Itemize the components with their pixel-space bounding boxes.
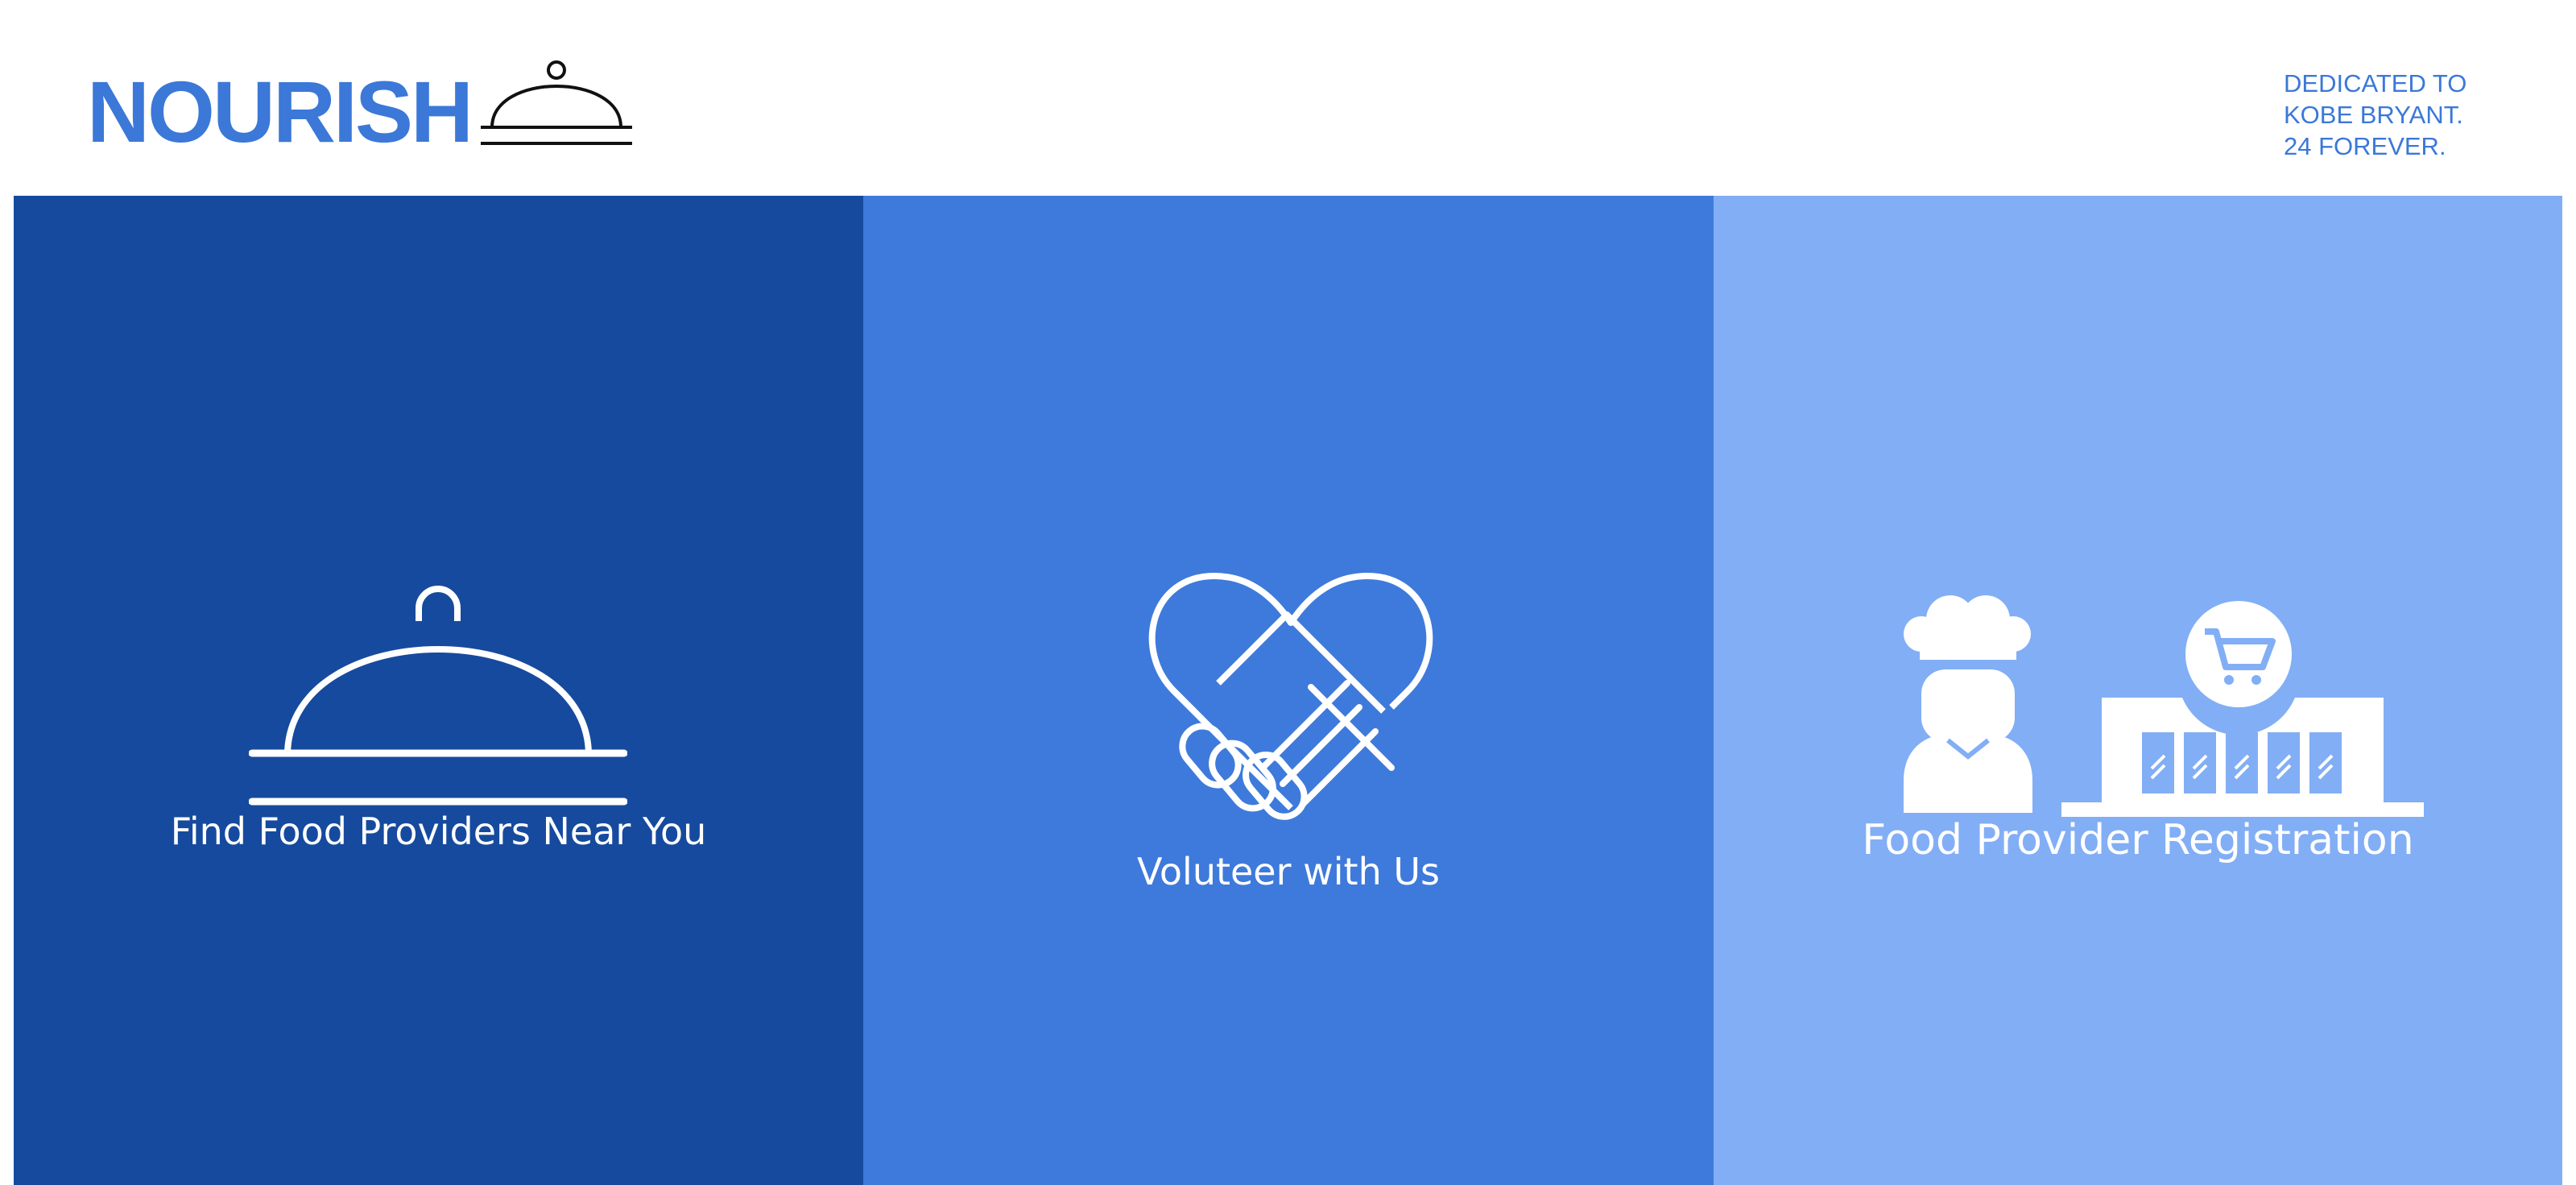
nourish-logo[interactable]: NOURISH [87, 56, 633, 160]
main-panels: Find Food Providers Near You Voluteer wi… [14, 196, 2562, 1185]
food-provider-registration-label: Food Provider Registration [1862, 816, 2414, 864]
logo-wordmark: NOURISH [87, 63, 473, 160]
volunteer-label: Voluteer with Us [1137, 850, 1440, 893]
chef-icon [1904, 595, 2032, 817]
food-provider-registration-panel[interactable]: Food Provider Registration [1714, 196, 2562, 1185]
site-header: NOURISH DEDICATED TO KOBE BRYANT. 24 FOR… [0, 0, 2576, 196]
store-cart-icon [2061, 601, 2424, 822]
cloche-icon [481, 56, 633, 157]
cloche-icon [248, 574, 628, 812]
find-food-providers-label: Find Food Providers Near You [170, 810, 707, 853]
dedication-line-3: 24 FOREVER. [2284, 132, 2446, 160]
dedication-text: DEDICATED TO KOBE BRYANT. 24 FOREVER. [2284, 68, 2466, 162]
volunteer-panel[interactable]: Voluteer with Us [863, 196, 1714, 1185]
heart-handshake-icon [1142, 566, 1440, 844]
dedication-line-1: DEDICATED TO [2284, 69, 2467, 97]
find-food-providers-panel[interactable]: Find Food Providers Near You [14, 196, 863, 1185]
dedication-line-2: KOBE BRYANT. [2284, 101, 2463, 129]
